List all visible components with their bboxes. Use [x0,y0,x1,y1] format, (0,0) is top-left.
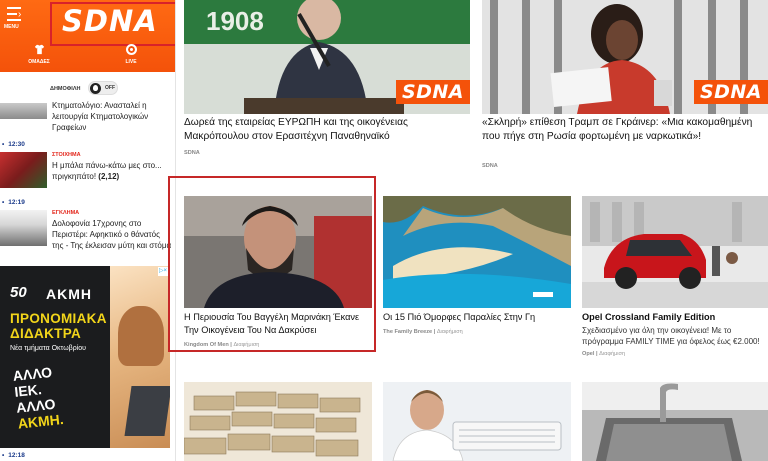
flame-icon [90,83,101,94]
ad-label: Διαφήμιση [233,342,260,348]
popular-filter: ΔΗΜΟΦΙΛΗ OFF [0,80,175,98]
sponsored-image [383,382,571,461]
sponsor-name: Opel [582,351,595,357]
menu-button[interactable]: › MENU [4,4,30,32]
toggle-state: OFF [105,85,115,91]
feed-title: Η μπάλα πάνω-κάτω μες στο... πριγκηπάτο!… [52,160,172,182]
sponsor-name: The Family Breeze [383,329,433,335]
feed-time: 12:19 [2,199,25,206]
feed-title: Κτηματολόγιο: Ανασταλεί η λειτουργία Κτη… [52,101,149,132]
ad-brand-number: 50 [10,284,27,301]
sdna-badge: SDNA [395,80,470,104]
sponsored-photo [184,196,372,308]
sponsored-description: Σχεδιασμένο για όλη την οικογένεια! Με τ… [582,326,760,346]
sponsored-image [184,382,372,461]
jersey-icon [34,44,44,55]
nav-teams[interactable]: ΟΜΑΔΕΣ [24,44,54,65]
feed-category: ΣΤΟΙΧΗΜΑ [52,152,81,158]
sponsored-photo [184,382,372,461]
article-image: SDNA [482,0,768,114]
sdna-logo[interactable]: SDNA [62,4,158,38]
feed-category: ΕΓΚΛΗΜΑ [52,210,80,216]
sidebar-ad-banner[interactable]: ▷× 50 ΑΚΜΗ ΠΡΟΝΟΜΙΑΚΑ ΔΙΔΑΚΤΡΑ Νέα τμήμα… [0,266,170,448]
nav-teams-label: ΟΜΑΔΕΣ [28,59,50,65]
article-source: SDNA [482,163,498,169]
sponsored-photo [582,382,768,461]
sponsored-source: The Family Breeze | Διαφήμιση [383,329,463,335]
ad-headline: ΠΡΟΝΟΜΙΑΚΑ ΔΙΔΑΚΤΡΑ [10,311,107,341]
adchoices-icon[interactable]: ▷× [158,267,168,276]
ad-brand-name: ΑΚΜΗ [46,286,92,302]
menu-label: MENU [4,24,19,30]
ad-label: Διαφήμιση [599,351,626,357]
article-source: SDNA [184,150,200,156]
sponsored-image [383,196,571,308]
sponsored-image [184,196,372,308]
ad-laptop [124,386,170,436]
ad-subline: Νέα τμήματα Οκτωβρίου [10,345,86,352]
sponsored-title[interactable]: Οι 15 Πιό Όμορφες Παραλίες Στην Γη [383,311,571,325]
feed-time: 12:30 [2,141,25,148]
feed-thumbnail [0,103,47,119]
article-image: 1908 SDNA [184,0,470,114]
popular-label: ΔΗΜΟΦΙΛΗ [50,86,81,92]
sponsored-source: Kingdom Of Men | Διαφήμιση [184,342,260,348]
nav-live-label: LIVE [125,59,137,65]
feed-title: Δολοφονία 17χρονης στο Περιστέρι: Αφηκτι… [52,219,172,250]
ad-headline-line: ΔΙΔΑΚΤΡΑ [10,326,82,341]
feed-time: 12:18 [2,452,25,459]
sidebar: › MENU SDNA ΟΜΑΔΕΣ LIVE ΔΗΜΟΦΙΛΗ OFF Κτη… [0,0,176,461]
sdna-badge: SDNA [693,80,768,104]
sponsored-title[interactable]: Η Περιουσία Του Βαγγέλη Μαρινάκη Έκανε Τ… [184,311,372,336]
sponsored-image [582,196,768,308]
sidebar-header: › MENU SDNA ΟΜΑΔΕΣ LIVE [0,0,175,72]
ad-person [118,306,164,366]
feed-comment-count: (2,12) [98,172,120,181]
nav-live[interactable]: LIVE [116,44,146,65]
popular-toggle[interactable]: OFF [88,81,118,95]
ad-label: Διαφήμιση [436,329,463,335]
sponsored-photo [383,382,571,461]
sponsored-title[interactable]: Opel Crossland Family Edition [582,311,768,325]
arrow-right-icon: › [18,9,22,20]
ad-headline-line: ΠΡΟΝΟΜΙΑΚΑ [10,311,107,326]
article-title[interactable]: Δωρεά της εταιρείας ΕΥΡΩΠΗ και της οικογ… [184,116,470,143]
sponsored-photo [582,196,768,308]
live-icon [125,44,137,55]
article-title[interactable]: «Σκληρή» επίθεση Τραμπ σε Γκράινερ: «Μια… [482,116,768,143]
sponsored-source: Opel | Διαφήμιση [582,351,626,357]
banner-year: 1908 [206,6,264,36]
sponsor-name: Kingdom Of Men [184,342,229,348]
ad-slogan: ΑΛΛΟ ΙΕΚ. ΑΛΛΟ ΑΚΜΗ. [12,363,64,432]
sponsored-photo [383,196,571,308]
feed-thumbnail [0,152,47,188]
feed-thumbnail [0,210,47,246]
sponsored-image [582,382,768,461]
